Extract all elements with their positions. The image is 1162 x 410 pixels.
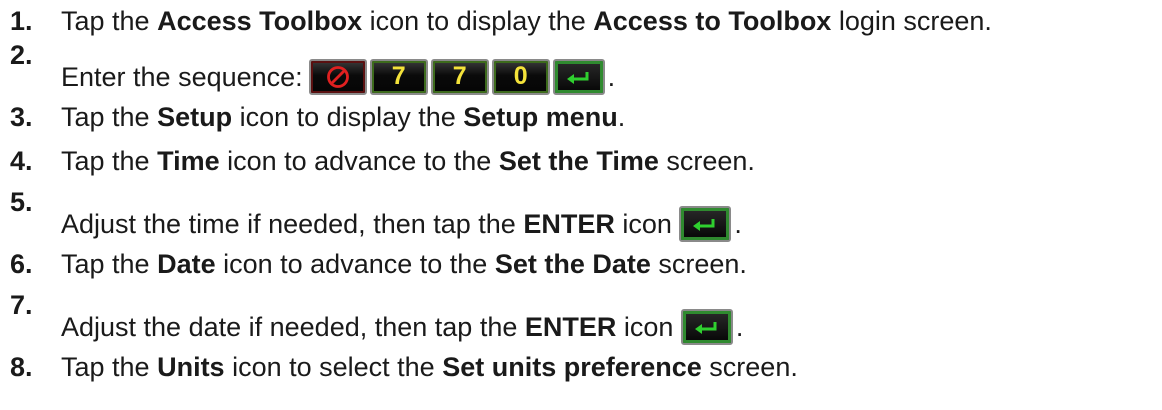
step-emphasis: Date (157, 249, 216, 279)
digit-key-icon: 7 (430, 59, 489, 95)
step-1: 1. Tap the Access Toolbox icon to displa… (0, 0, 1162, 44)
step-text: Adjust the date if needed, then tap the … (61, 309, 743, 345)
step-7: 7. Adjust the date if needed, then tap t… (0, 290, 1162, 345)
key-sequence: 7 7 0 (308, 59, 608, 95)
enter-key-icon (552, 59, 605, 95)
step-text-part: icon to advance to the (215, 249, 495, 279)
step-text-part: Tap the (61, 249, 158, 279)
enter-key-icon (679, 206, 732, 242)
digit-key-icon: 0 (491, 59, 550, 95)
step-emphasis: Units (157, 352, 225, 382)
step-emphasis: Set units preference (442, 352, 702, 382)
step-8: 8. Tap the Units icon to select the Set … (0, 346, 1162, 390)
step-4: 4. Tap the Time icon to advance to the S… (0, 140, 1162, 184)
step-number: 4. (10, 146, 33, 176)
step-emphasis: Access Toolbox (157, 6, 363, 36)
step-text-part: screen. (658, 146, 755, 176)
step-number: 8. (10, 352, 33, 382)
step-text: Tap the Time icon to advance to the Set … (61, 148, 755, 175)
step-text-part: icon to select the (224, 352, 443, 382)
step-3: 3. Tap the Setup icon to display the Set… (0, 96, 1162, 140)
step-text-part: Tap the (61, 352, 158, 382)
step-text-part: Adjust the time if needed, then tap the (61, 209, 524, 239)
step-text: Tap the Units icon to select the Set uni… (61, 354, 798, 381)
cancel-key-icon (308, 59, 367, 95)
step-number: 1. (10, 6, 33, 36)
step-text-part: Adjust the date if needed, then tap the (61, 312, 525, 342)
step-text-part: . (735, 312, 744, 342)
step-text: Tap the Date icon to advance to the Set … (61, 251, 747, 278)
step-number: 3. (10, 102, 33, 132)
digit-key-icon: 7 (369, 59, 428, 95)
step-emphasis: Time (157, 146, 220, 176)
step-6: 6. Tap the Date icon to advance to the S… (0, 243, 1162, 287)
step-emphasis: ENTER (523, 209, 615, 239)
step-number: 7. (10, 290, 33, 320)
step-text: Tap the Setup icon to display the Setup … (61, 104, 625, 131)
step-5: 5. Adjust the time if needed, then tap t… (0, 187, 1162, 242)
step-number: 2. (10, 40, 33, 70)
step-emphasis: Setup menu (463, 102, 618, 132)
step-emphasis: Set the Time (498, 146, 659, 176)
step-text-part: Tap the (61, 146, 158, 176)
step-text-part: . (617, 102, 626, 132)
step-text-part: Tap the (61, 6, 158, 36)
instruction-step-list: 1. Tap the Access Toolbox icon to displa… (0, 0, 1162, 410)
step-text: Adjust the time if needed, then tap the … (61, 206, 742, 242)
step-2: 2. Enter the sequence: 7 7 0. (0, 40, 1162, 95)
step-text-part: Tap the (61, 102, 158, 132)
step-text: Tap the Access Toolbox icon to display t… (61, 8, 992, 35)
digit-key-label: 0 (513, 62, 528, 90)
step-text: Enter the sequence: 7 7 0. (61, 59, 615, 95)
step-text-part: . (734, 209, 742, 239)
digit-key-label: 7 (452, 62, 467, 90)
step-text-part: . (607, 62, 616, 92)
step-emphasis: Access to Toolbox (593, 6, 832, 36)
step-text-part: icon (616, 312, 681, 342)
step-text-part: icon to advance to the (219, 146, 499, 176)
step-text-part: icon (614, 209, 680, 239)
step-emphasis: Setup (157, 102, 233, 132)
step-text-part: icon to display the (362, 6, 594, 36)
step-text-part: Enter the sequence: (61, 62, 303, 92)
step-number: 5. (10, 187, 33, 217)
enter-key-icon (680, 309, 733, 345)
step-emphasis: Set the Date (494, 249, 651, 279)
step-text-part: screen. (650, 249, 747, 279)
step-number: 6. (10, 249, 33, 279)
step-text-part: login screen. (831, 6, 992, 36)
step-text-part: icon to display the (232, 102, 464, 132)
digit-key-label: 7 (391, 62, 406, 90)
step-text-part: screen. (701, 352, 798, 382)
step-emphasis: ENTER (524, 312, 617, 342)
